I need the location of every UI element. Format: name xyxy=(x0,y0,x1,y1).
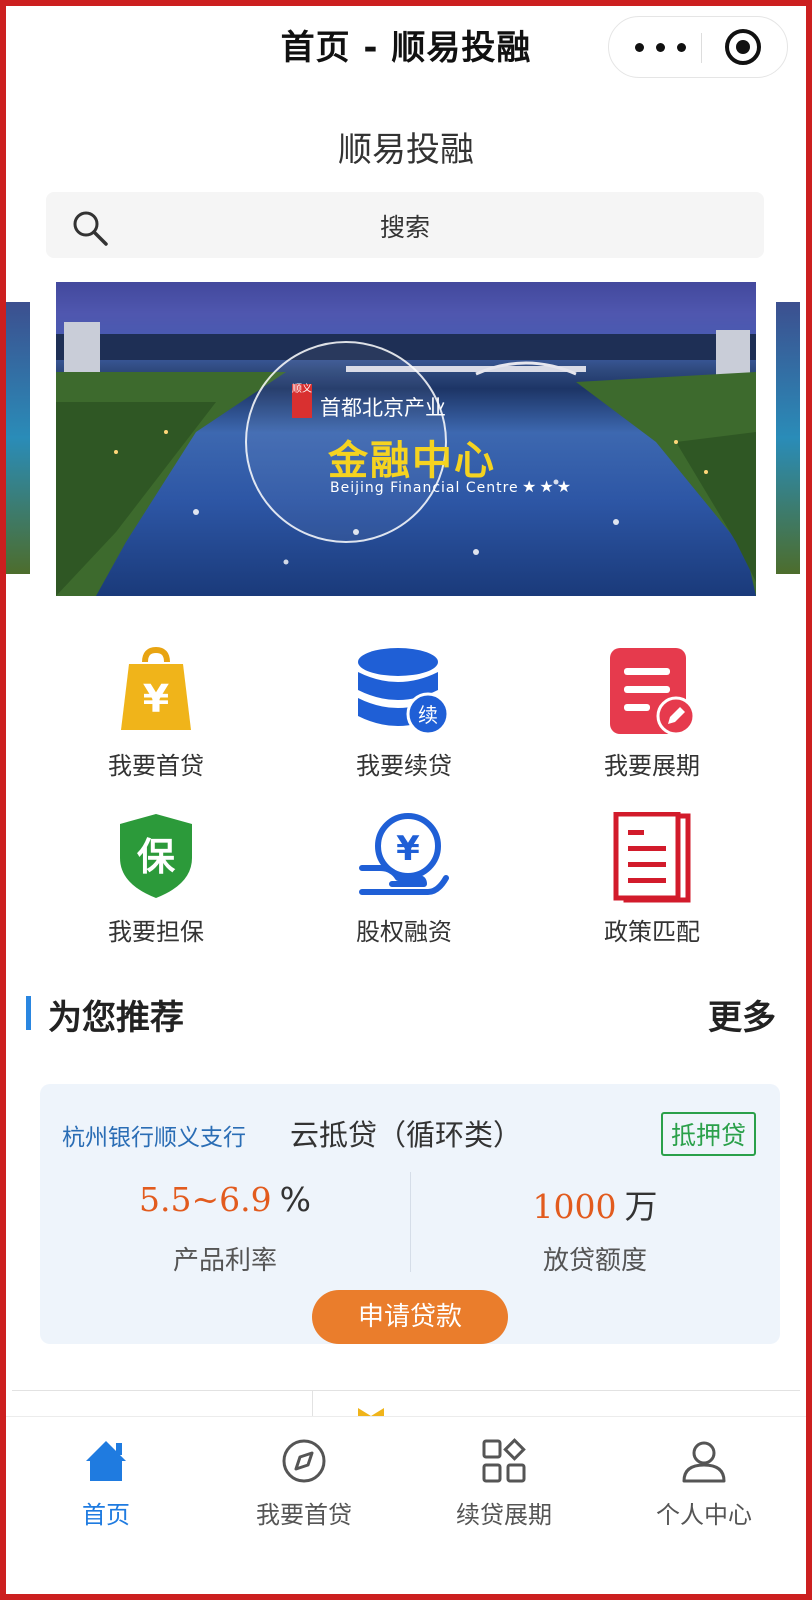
tab-label: 续贷展期 xyxy=(456,1501,552,1529)
more-link[interactable]: 更多 xyxy=(708,990,776,1039)
rate-block: 5.5~6.9% 产品利率 xyxy=(40,1180,410,1276)
amount-label: 放贷额度 xyxy=(542,1246,647,1276)
svg-text:¥: ¥ xyxy=(143,677,169,721)
compass-icon xyxy=(282,1439,326,1483)
svg-text:续: 续 xyxy=(418,703,438,727)
rate-value: 5.5~6.9 xyxy=(139,1180,272,1219)
rate-unit: % xyxy=(279,1180,311,1219)
tab-label: 个人中心 xyxy=(656,1501,752,1529)
more-options-icon[interactable] xyxy=(631,31,691,61)
menu-first-loan[interactable]: ¥ 我要首贷 xyxy=(56,646,256,786)
menu-renew-loan[interactable]: 续 我要续贷 xyxy=(304,646,504,786)
user-icon xyxy=(682,1441,726,1483)
menu-equity-financing[interactable]: ¥ 股权融资 xyxy=(304,812,504,952)
next-card-border xyxy=(12,1390,800,1391)
menu-guarantee[interactable]: 保 我要担保 xyxy=(56,812,256,952)
svg-text:保: 保 xyxy=(137,835,176,879)
bottom-tab-bar: 首页 我要首贷 续贷展期 个人中心 xyxy=(6,1416,806,1594)
phone-frame: 首页 - 顺易投融 顺易投融 搜索 首都北京产业 金融中心 Beijing Fi… xyxy=(0,0,812,1600)
guarantee-shield-icon: 保 xyxy=(120,814,192,898)
home-icon xyxy=(86,1441,126,1481)
banner-prev-peek[interactable] xyxy=(6,302,30,574)
menu-label: 我要续贷 xyxy=(356,752,452,780)
policy-document-icon xyxy=(613,812,691,903)
loan-product-card[interactable]: 杭州银行顺义支行 云抵贷（循环类） 抵押贷 5.5~6.9% 产品利率 1000… xyxy=(40,1084,780,1344)
tab-label: 首页 xyxy=(82,1501,130,1529)
menu-label: 股权融资 xyxy=(356,918,452,946)
banner-stars: ★★★ xyxy=(522,477,575,496)
capsule-divider xyxy=(701,33,702,63)
menu-label: 我要担保 xyxy=(108,918,204,946)
section-accent-bar xyxy=(26,996,31,1030)
document-edit-icon xyxy=(610,648,696,736)
search-bar[interactable]: 搜索 xyxy=(46,192,764,258)
app-name: 顺易投融 xyxy=(338,130,474,170)
menu-policy-matching[interactable]: 政策匹配 xyxy=(552,812,752,952)
banner-image[interactable]: 首都北京产业 金融中心 Beijing Financial Centre ★★★ xyxy=(56,282,756,596)
product-tag: 抵押贷 xyxy=(660,1112,756,1156)
tab-label: 我要首贷 xyxy=(256,1501,352,1529)
hand-yen-coin-icon: ¥ xyxy=(359,813,449,895)
banner-line-1: 首都北京产业 xyxy=(320,396,446,420)
shopping-bag-yen-icon: ¥ xyxy=(121,646,191,730)
bank-name: 杭州银行顺义支行 xyxy=(62,1125,246,1151)
menu-extension[interactable]: 我要展期 xyxy=(552,646,752,786)
mini-program-capsule xyxy=(608,16,788,78)
database-continue-icon: 续 xyxy=(358,648,450,736)
menu-label: 我要展期 xyxy=(604,752,700,780)
search-placeholder: 搜索 xyxy=(379,213,430,242)
rate-label: 产品利率 xyxy=(172,1246,277,1276)
banner-next-peek[interactable] xyxy=(776,302,800,574)
apply-loan-button[interactable]: 申请贷款 xyxy=(312,1290,508,1344)
banner-line-2: 金融中心 xyxy=(328,438,496,484)
product-name: 云抵贷（循环类） xyxy=(290,1118,523,1152)
menu-label: 政策匹配 xyxy=(604,918,700,946)
amount-unit: 万 xyxy=(624,1187,658,1226)
close-target-icon[interactable] xyxy=(725,29,761,65)
apps-grid-icon xyxy=(482,1438,526,1483)
amount-block: 1000 万 放贷额度 xyxy=(410,1180,780,1276)
svg-text:¥: ¥ xyxy=(396,829,420,869)
top-nav-bar: 首页 - 顺易投融 xyxy=(6,6,806,86)
amount-value: 1000 xyxy=(532,1187,617,1226)
section-title: 为您推荐 xyxy=(48,998,184,1038)
banner-badge: 顺义 xyxy=(292,384,312,418)
banner-line-3: Beijing Financial Centre xyxy=(330,480,519,496)
menu-label: 我要首贷 xyxy=(108,752,204,780)
